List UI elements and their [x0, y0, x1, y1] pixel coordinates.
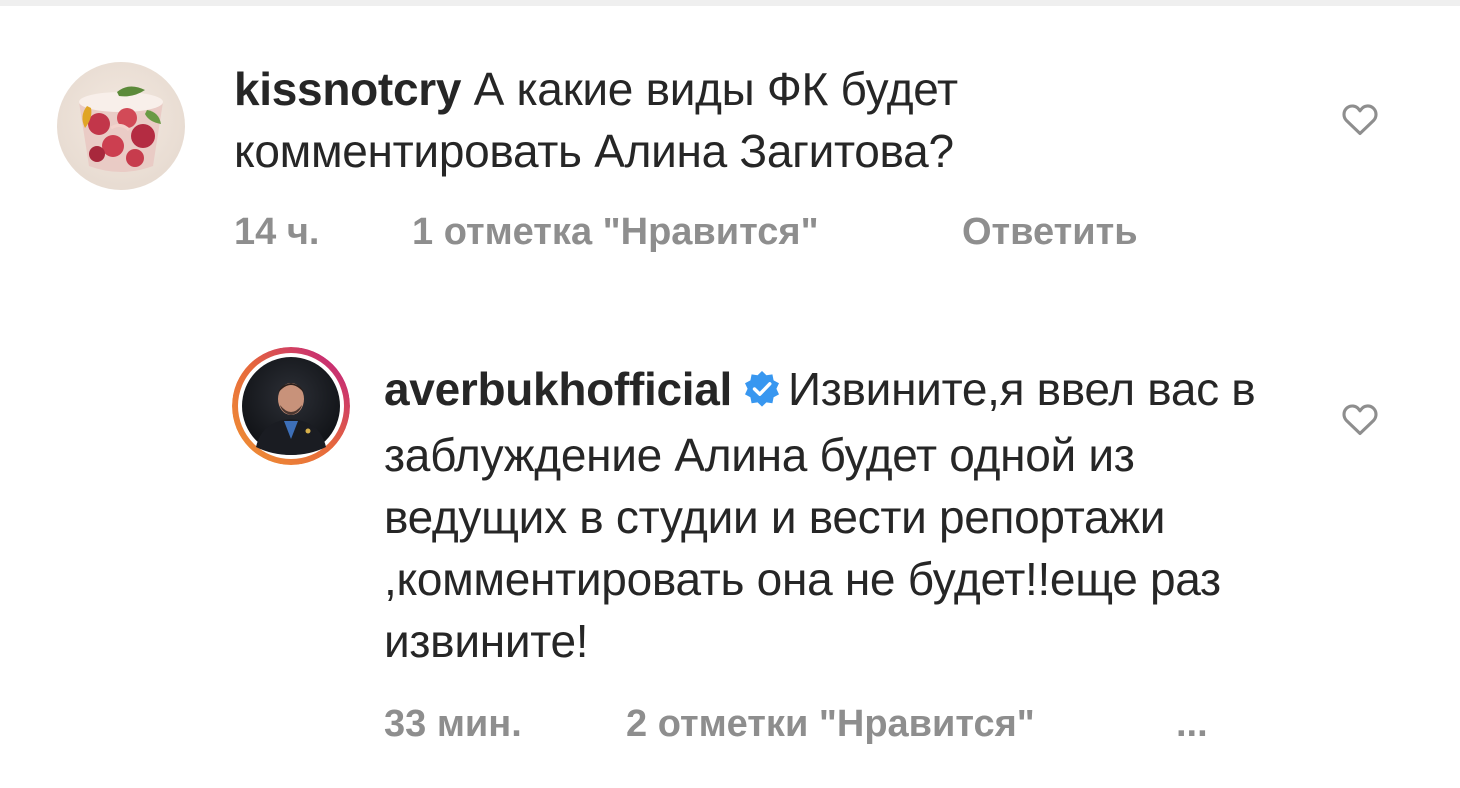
heart-outline-icon[interactable]	[1340, 400, 1380, 441]
comment-meta: 14 ч. 1 отметка "Нравится" Ответить	[234, 211, 1234, 257]
heart-outline-icon[interactable]	[1340, 100, 1380, 141]
likes-count-link[interactable]: 1 отметка "Нравится"	[412, 211, 819, 254]
likes-count-link[interactable]: 2 отметки "Нравится"	[626, 703, 1035, 746]
comment-text-first-line: Извините,я ввел	[787, 363, 1135, 415]
top-divider	[0, 0, 1460, 6]
comment-body: kissnotcry А какие виды ФК будет коммент…	[234, 58, 1294, 182]
timestamp: 14 ч.	[234, 211, 320, 253]
comment-meta: 33 мин. 2 отметки "Нравится" ...	[384, 703, 1284, 749]
verified-badge-icon	[742, 362, 782, 424]
username-link[interactable]: kissnotcry	[234, 63, 461, 115]
avatar-kissnotcry[interactable]	[57, 62, 185, 190]
timestamp: 33 мин.	[384, 703, 522, 745]
comment-body: averbukhofficial Извините,я ввел вас в за…	[384, 358, 1294, 672]
avatar-averbukhofficial[interactable]	[232, 347, 350, 465]
more-options-button[interactable]: ...	[1176, 703, 1208, 746]
username-link[interactable]: averbukhofficial	[384, 363, 732, 415]
reply-button[interactable]: Ответить	[962, 211, 1138, 254]
